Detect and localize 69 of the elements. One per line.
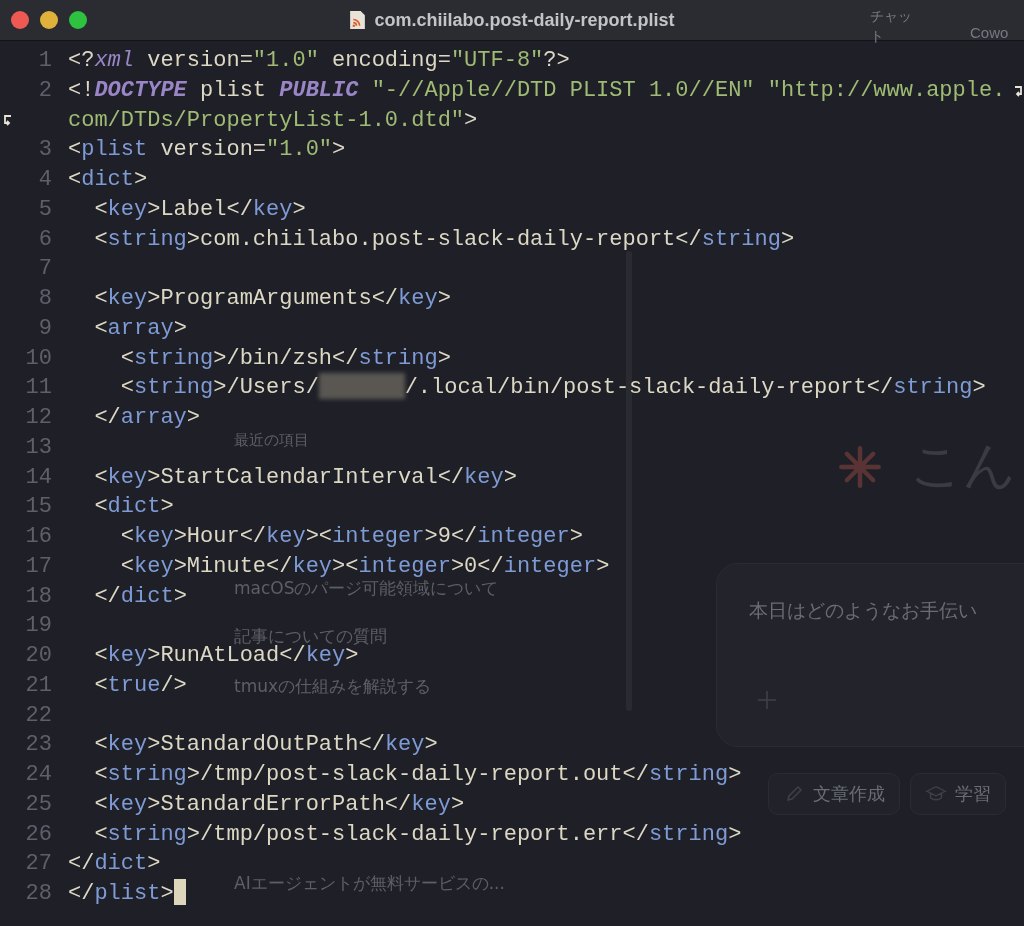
line-number: 24: [24, 761, 53, 789]
code-line: </plist>: [68, 879, 186, 909]
wrap-icon: [2, 113, 12, 126]
background-chip-label: 学習: [955, 782, 991, 806]
line-number: 25: [24, 790, 53, 819]
line-number: 22: [24, 701, 53, 730]
line-number: 21: [24, 671, 53, 700]
line-number: 6: [37, 225, 53, 254]
plus-icon: [757, 690, 777, 710]
line-number: 19: [24, 612, 53, 641]
minimize-button[interactable]: [40, 11, 58, 29]
code-line: <string>/Users/ /.local/bin/post-slack-daily-report</string>: [119, 373, 986, 403]
code-line: </array>: [93, 404, 201, 432]
line-number: 14: [24, 463, 53, 492]
code-line: <key>StandardErrorPath</key>: [93, 790, 465, 819]
code-line: <string>/tmp/post-slack-daily-report.out</string>: [93, 761, 742, 789]
line-number: 10: [24, 344, 53, 373]
line-number: 13: [24, 433, 53, 462]
background-tab-label: チャット: [870, 7, 913, 46]
code-line: <string>/tmp/post-slack-daily-report.err</string>: [93, 820, 742, 849]
background-list-item: macOSのパージ可能領域について: [234, 577, 499, 600]
line-number: 5: [37, 195, 53, 224]
window-title: com.chiilabo.post-daily-report.plist: [374, 9, 675, 31]
code-line: <key>Label</key>: [93, 195, 306, 224]
line-number: 16: [24, 523, 53, 551]
line-number: 4: [37, 166, 53, 194]
line-number: 27: [24, 850, 53, 879]
wrap-icon: [1013, 84, 1024, 97]
code-line: <key>Hour</key><integer>9</integer>: [119, 523, 583, 551]
line-number: 8: [37, 285, 53, 313]
code-line: <key>ProgramArguments</key>: [93, 285, 451, 313]
line-number: 20: [24, 642, 53, 670]
code-line: <dict>: [68, 166, 148, 194]
line-number: 3: [37, 136, 53, 165]
line-number: 28: [24, 880, 53, 908]
line-number: 11: [24, 374, 53, 403]
code-line: </dict>: [93, 582, 187, 611]
close-button[interactable]: [11, 11, 29, 29]
background-chip-label: 文章作成: [813, 782, 885, 806]
code-line: <string>/bin/zsh</string>: [119, 344, 451, 373]
code-line: <key>StandardOutPath</key>: [93, 731, 438, 760]
line-number: 12: [24, 404, 53, 432]
line-number: 1: [37, 47, 53, 75]
code-line: </dict>: [68, 850, 161, 879]
line-number: 15: [24, 493, 53, 522]
line-number: 7: [37, 255, 53, 284]
background-heading: 最近の項目: [234, 431, 309, 450]
background-list-item: 記事についての質問: [234, 625, 387, 646]
code-line: <string>com.chiilabo.post-slack-daily-report</string>: [93, 225, 795, 254]
background-list-item: AIエージェントが無料サービスの...: [234, 872, 505, 895]
line-number: 18: [24, 582, 53, 611]
rss-document-icon: [349, 10, 367, 30]
asterisk-logo-icon: [838, 445, 882, 489]
code-line: <key>Minute</key><integer>0</integer>: [119, 552, 610, 580]
code-line: <true/>: [93, 671, 187, 700]
background-tab-label: Cowo: [970, 24, 1009, 41]
prompt-input-field[interactable]: 本日はどのようなお手伝い: [716, 563, 1024, 747]
line-number: 17: [24, 552, 53, 581]
line-number: 2: [37, 76, 53, 105]
background-list-item: tmuxの仕組みを解説する: [234, 675, 432, 698]
line-number: 9: [37, 314, 53, 343]
code-line: <dict>: [93, 493, 174, 522]
code-line: <plist version="1.0">: [68, 136, 346, 165]
zoom-button[interactable]: [69, 11, 87, 29]
code-line: <array>: [93, 314, 187, 343]
code-line: <?xml version="1.0" encoding="UTF-8"?>: [68, 47, 570, 75]
code-line: <key>StartCalendarInterval</key>: [93, 463, 517, 492]
line-number: 23: [24, 731, 53, 760]
line-number: 26: [24, 820, 53, 849]
